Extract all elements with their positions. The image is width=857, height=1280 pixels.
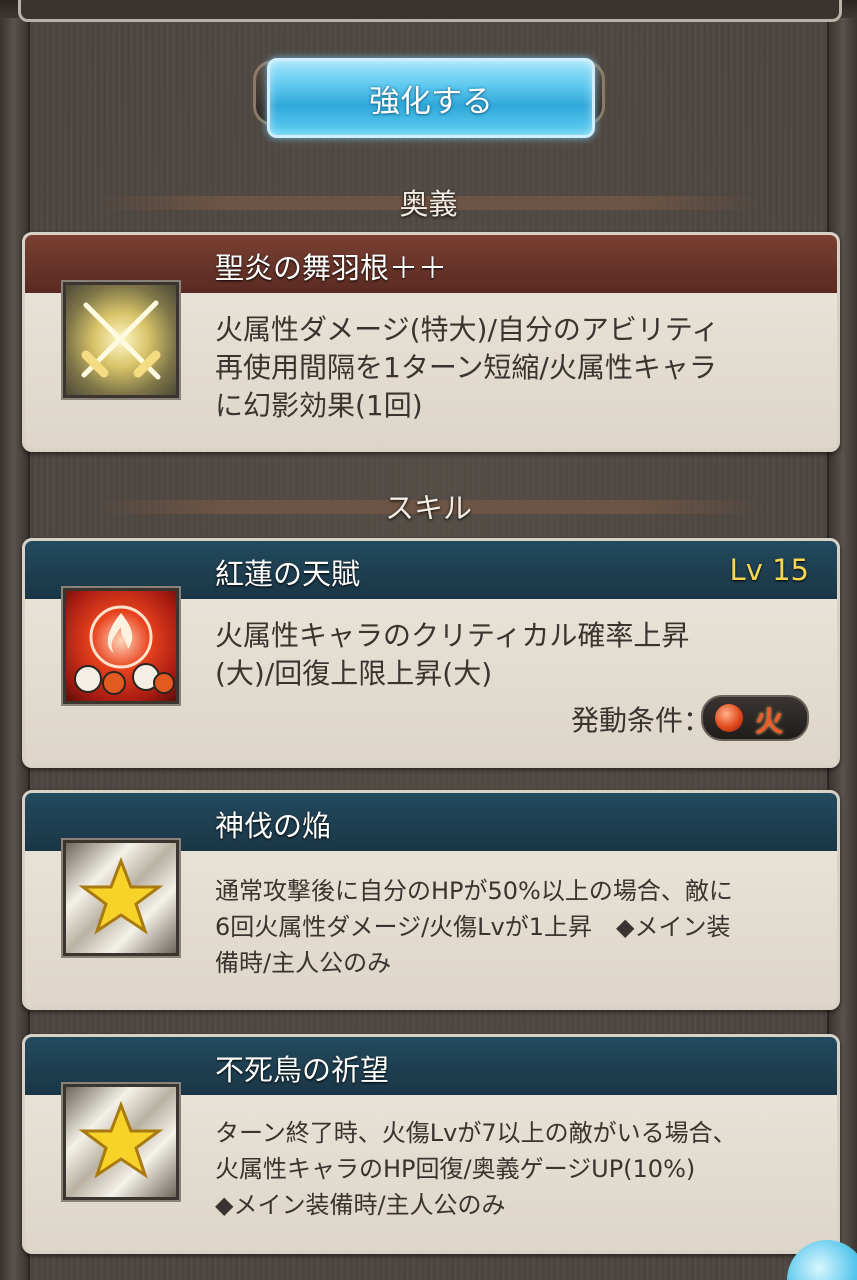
skill-1-level: Lv 15 bbox=[729, 553, 809, 587]
ougi-title: 聖炎の舞羽根＋＋ bbox=[215, 251, 448, 285]
top-panel-edge bbox=[18, 0, 842, 22]
skill-1-title: 紅蓮の天賦 bbox=[215, 557, 361, 591]
crossed-swords-icon bbox=[63, 282, 179, 398]
star-icon bbox=[63, 840, 179, 956]
skill-2-description: 通常攻撃後に自分のHPが50%以上の場合、敵に 6回火属性ダメージ/火傷Lvが1… bbox=[215, 877, 733, 977]
skill-card-3[interactable]: 不死鳥の祈望 ターン終了時、火傷Lvが7以上の敵がいる場合、 火属性キャラのHP… bbox=[22, 1034, 840, 1254]
fire-emblem-icon bbox=[63, 588, 179, 704]
skill-3-title: 不死鳥の祈望 bbox=[215, 1053, 390, 1087]
skill-card-2[interactable]: 神伐の焔 通常攻撃後に自分のHPが50%以上の場合、敵に 6回火属性ダメージ/火… bbox=[22, 790, 840, 1010]
skill-section-title: スキル bbox=[384, 491, 472, 525]
ougi-section-header: 奥義 bbox=[95, 182, 762, 222]
ougi-section-title: 奥義 bbox=[399, 187, 458, 221]
skill-2-title: 神伐の焔 bbox=[215, 809, 332, 843]
star-icon bbox=[63, 1084, 179, 1200]
trigger-condition-label: 発動条件： bbox=[570, 704, 711, 737]
ougi-card[interactable]: 聖炎の舞羽根＋＋ 火属性ダメージ(特大)/自分のアビリティ 再使用間隔を1ターン… bbox=[22, 232, 840, 452]
skill-card-1[interactable]: 紅蓮の天賦 Lv 15 火属性キャラのクリティカル確率上昇 (大)/回復上限上昇… bbox=[22, 538, 840, 768]
fire-orb-icon bbox=[715, 704, 743, 732]
fire-element-badge: 火 bbox=[701, 695, 809, 741]
skill-1-description: 火属性キャラのクリティカル確率上昇 (大)/回復上限上昇(大) bbox=[215, 619, 690, 690]
ougi-description: 火属性ダメージ(特大)/自分のアビリティ 再使用間隔を1ターン短縮/火属性キャラ… bbox=[215, 313, 720, 422]
enhance-button-wrapper: 強化する bbox=[253, 52, 605, 140]
enhance-button[interactable]: 強化する bbox=[267, 58, 595, 138]
skill-3-description: ターン終了時、火傷Lvが7以上の敵がいる場合、 火属性キャラのHP回復/奥義ゲー… bbox=[215, 1119, 737, 1219]
skill-section-header: スキル bbox=[95, 486, 762, 526]
enhance-button-label: 強化する bbox=[369, 83, 493, 120]
fire-element-text: 火 bbox=[755, 705, 784, 738]
